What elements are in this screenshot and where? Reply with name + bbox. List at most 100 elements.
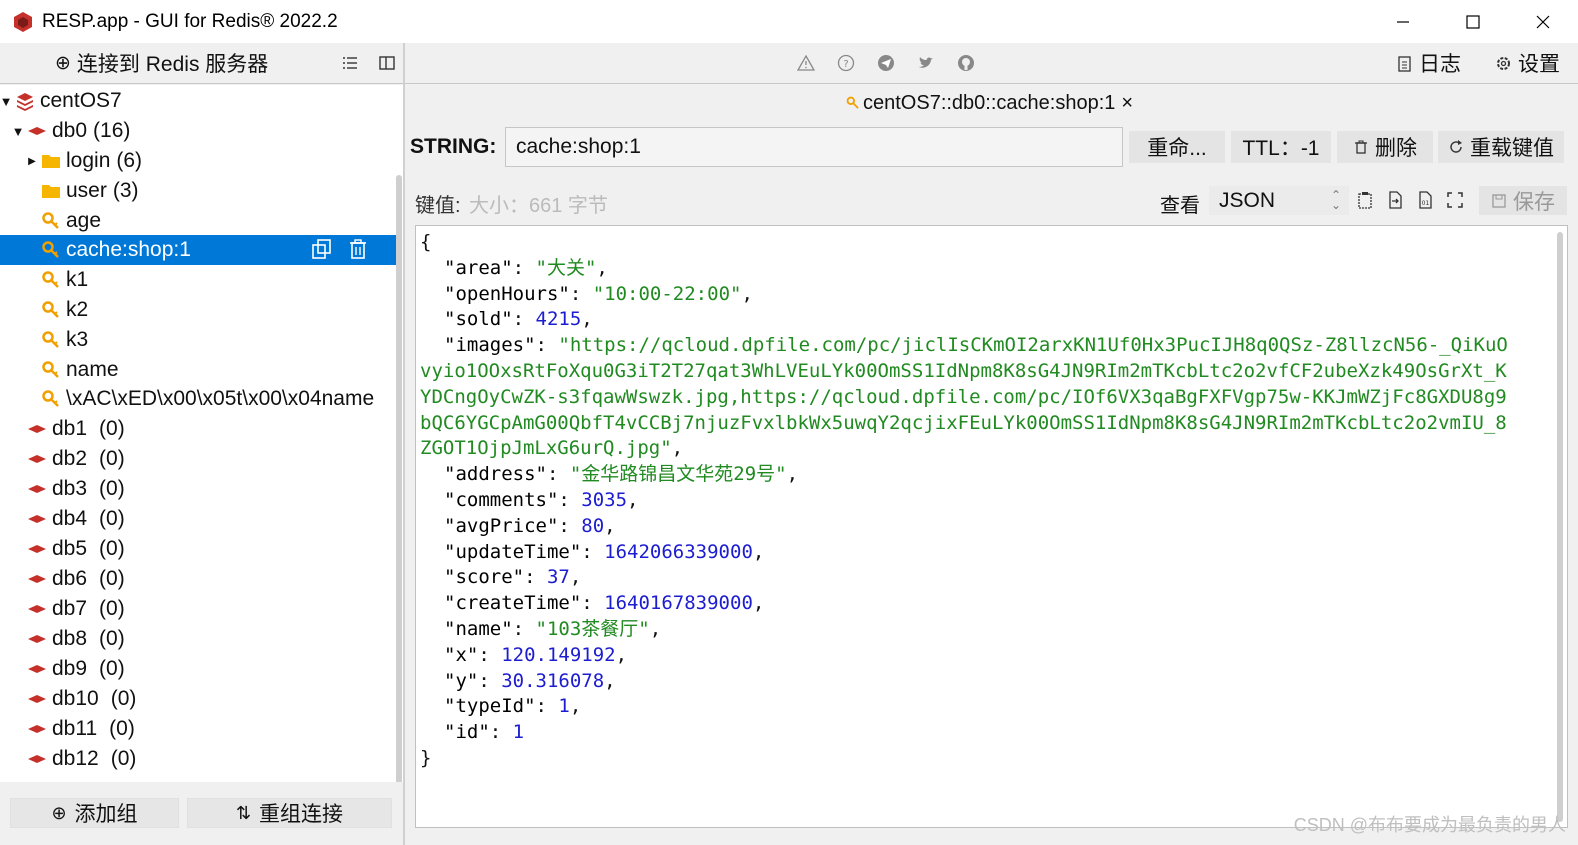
tree-db6[interactable]: db6 (0) [0, 564, 397, 594]
tree-db1[interactable]: db1 (0) [0, 414, 397, 444]
tree-key-k2[interactable]: k2 [0, 295, 397, 325]
tree-key-serialized-name[interactable]: \xAC\xED\x00\x05t\x00\x04name [0, 384, 397, 414]
value-editor[interactable]: { "area": "大关", "openHours": "10:00-22:0… [415, 225, 1568, 828]
minimize-icon [1397, 20, 1409, 23]
key-icon [40, 299, 62, 321]
database-icon [26, 508, 48, 530]
database-icon [26, 628, 48, 650]
plus-circle-icon: ⊕ [55, 52, 71, 74]
reload-label: 重载键值 [1470, 137, 1554, 160]
reload-key-button[interactable]: 重载键值 [1438, 131, 1564, 163]
json-name: "103茶餐厅" [535, 617, 650, 640]
key-header: STRING: cache:shop:1 重命... TTL：-1 删除 重载键… [405, 125, 1578, 169]
key-label: k2 [66, 298, 89, 321]
tree-db3[interactable]: db3 (0) [0, 474, 397, 504]
connect-to-redis-button[interactable]: ⊕ 连接到 Redis 服务器 [55, 49, 268, 77]
caret-expanded-icon[interactable]: ▼ [0, 94, 12, 109]
warning-icon[interactable] [796, 53, 816, 73]
tree-key-name[interactable]: name [0, 355, 397, 385]
redis-cube-icon [12, 11, 34, 33]
tree-key-k3[interactable]: k3 [0, 325, 397, 355]
tree-db8[interactable]: db8 (0) [0, 624, 397, 654]
key-icon [40, 359, 62, 381]
tree-db2[interactable]: db2 (0) [0, 444, 397, 474]
list-icon[interactable] [340, 53, 360, 73]
db-label: db2 [52, 447, 88, 470]
tab-cache-shop-1[interactable]: centOS7::db0::cache:shop:1 × [845, 88, 1133, 118]
tree-db9[interactable]: db9 (0) [0, 654, 397, 684]
rename-button[interactable]: 重命... [1129, 131, 1225, 163]
db-label: db11 [52, 717, 98, 740]
tree-db5[interactable]: db5 (0) [0, 534, 397, 564]
tree-db10[interactable]: db10 (0) [0, 684, 397, 714]
regroup-label: 重组连接 [259, 803, 344, 826]
editor-scrollbar[interactable] [1557, 232, 1563, 822]
key-label: k3 [66, 328, 89, 351]
delete-button[interactable]: 删除 [1337, 131, 1433, 163]
caret-collapsed-icon[interactable]: ▶ [26, 155, 38, 167]
caret-expanded-icon[interactable]: ▼ [12, 124, 25, 139]
key-type-label: STRING: [410, 135, 497, 158]
key-editor-panel: centOS7::db0::cache:shop:1 × STRING: cac… [405, 85, 1578, 845]
copy-icon[interactable] [311, 238, 333, 266]
save-label: 保存 [1513, 190, 1555, 214]
key-name-field[interactable]: cache:shop:1 [505, 127, 1123, 167]
export-file-icon[interactable]: 01 [1415, 190, 1435, 210]
fullscreen-icon[interactable] [1445, 190, 1465, 210]
tree-key-k1[interactable]: k1 [0, 265, 397, 295]
tree-folder-login[interactable]: ▶ login (6) [0, 146, 397, 176]
tree-folder-user[interactable]: user (3) [0, 176, 397, 206]
database-icon [26, 418, 48, 440]
json-updatetime: 1642066339000 [604, 540, 753, 563]
json-comments: 3035 [581, 488, 628, 511]
json-address: "金华路锦昌文华苑29号" [569, 463, 787, 486]
db-label: db7 [52, 597, 88, 620]
github-icon[interactable] [956, 53, 976, 73]
tree-db12[interactable]: db12 (0) [0, 744, 397, 774]
folder-icon [40, 180, 62, 202]
tree-db11[interactable]: db11 (0) [0, 714, 397, 744]
view-format-select[interactable]: JSON ⌃ ⌄ [1209, 186, 1349, 215]
tree-scrollbar[interactable] [396, 175, 402, 782]
db-count: (0) [99, 447, 125, 470]
key-label: cache:shop:1 [66, 238, 191, 261]
ttl-label: TTL：-1 [1242, 137, 1320, 160]
close-button[interactable] [1508, 0, 1578, 43]
sort-arrows-icon: ⇅ [235, 802, 252, 823]
db-count: (0) [99, 657, 125, 680]
maximize-button[interactable] [1438, 0, 1508, 43]
save-button[interactable]: 保存 [1479, 186, 1567, 215]
log-button[interactable]: 日志 [1396, 48, 1461, 78]
trash-icon[interactable] [347, 238, 369, 266]
telegram-icon[interactable] [876, 53, 896, 73]
db-label: db5 [52, 537, 88, 560]
json-createtime: 1640167839000 [604, 592, 753, 615]
database-icon [26, 568, 48, 590]
tree-connection-centos7[interactable]: ▼ centOS7 [0, 86, 397, 116]
tree-db0[interactable]: ▼ db0 (16) [0, 116, 397, 146]
settings-button[interactable]: 设置 [1495, 48, 1560, 78]
minimize-button[interactable] [1368, 0, 1438, 43]
database-icon [26, 478, 48, 500]
tree-key-cache-shop-1[interactable]: cache:shop:1 [0, 235, 397, 265]
tab-close-icon[interactable]: × [1121, 92, 1133, 115]
tree-db4[interactable]: db4 (0) [0, 504, 397, 534]
json-typeid: 1 [558, 695, 570, 718]
folder-label: login [66, 149, 111, 172]
copy-to-clipboard-icon[interactable] [1355, 190, 1375, 210]
panel-icon[interactable] [377, 53, 397, 73]
import-file-icon[interactable] [1385, 190, 1405, 210]
tree-key-age[interactable]: age [0, 206, 397, 236]
watermark: CSDN @布布要成为最负责的男人 [1293, 815, 1566, 835]
ttl-button[interactable]: TTL：-1 [1231, 131, 1331, 163]
brace-open: { [420, 231, 432, 253]
help-icon[interactable]: ? [836, 53, 856, 73]
select-arrows-icon: ⌃ ⌄ [1330, 188, 1341, 212]
db-count: (0) [110, 687, 137, 710]
json-openhours: "10:00-22:00" [592, 282, 742, 305]
twitter-icon[interactable] [916, 53, 936, 73]
regroup-connections-button[interactable]: ⇅ 重组连接 [187, 798, 392, 828]
tree-db7[interactable]: db7 (0) [0, 594, 397, 624]
json-images-line: bQC6YGCpAmG00QbfT4vCCBj7njuzFvxlbkWx5uwq… [420, 411, 1507, 434]
add-group-button[interactable]: ⊕ 添加组 [10, 798, 179, 828]
